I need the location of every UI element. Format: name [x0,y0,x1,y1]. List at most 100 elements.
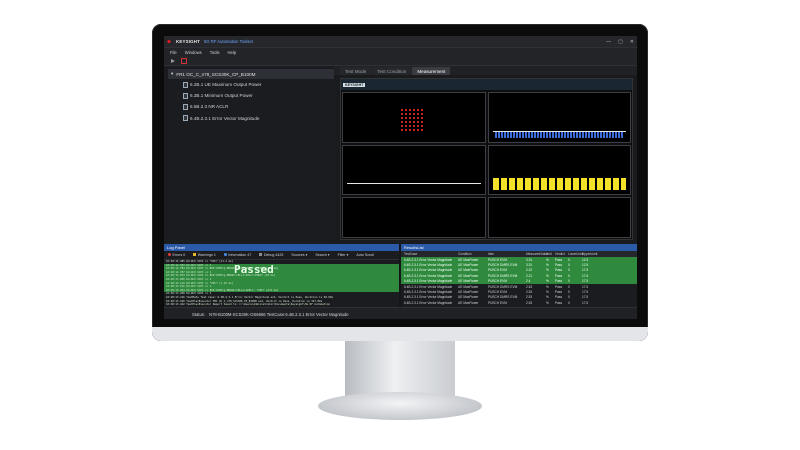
test-case-icon [183,103,188,110]
cell-lower-limit: 0 [568,295,570,300]
menu-help[interactable]: Help [228,50,237,55]
cell-lower-limit: 0 [568,268,570,273]
warnings-filter[interactable]: Warnings 1 [193,253,216,257]
tree-item[interactable]: 6.2B.1 UE Maximum Output Power [168,79,334,90]
cell-unit: % [546,279,549,284]
info-icon [223,253,227,256]
status-bar: Status: N78-B100M-SCS30K-OS6666 TestCase… [164,307,637,319]
debug-icon [259,253,263,256]
menu-tools[interactable]: Tools [210,50,220,55]
cell-item: PUSCH EVM [488,279,507,284]
cell-unit: % [546,290,549,295]
cell-unit: % [546,273,549,278]
auto-scroll-toggle[interactable]: Auto Scroll [356,253,373,257]
menu-windows[interactable]: Windows [185,50,202,55]
cell-condition: UE MaxPower [458,279,479,284]
tree-item-label: 6.5B.2.3 NR ACLR [190,104,229,110]
tab-measurement[interactable]: Measurement [412,67,451,75]
cell-verdict: Pass [555,263,563,268]
tree-item-label: 6.2B.1 UE Maximum Output Power [190,82,262,88]
table-row[interactable]: 6.4B.2.3.1 Error Vector Magnitude UE MaxP… [401,300,637,306]
test-case-icon [183,115,188,122]
col-condition[interactable]: Condition [458,252,488,256]
chevron-down-icon[interactable]: ▾ [171,71,173,77]
tab-test-mode[interactable]: Test Mode [340,67,372,75]
sources-dropdown[interactable]: Sources ▾ [291,253,307,257]
col-unit[interactable]: Unit [546,252,555,256]
cell-lower-limit: 0 [568,284,570,289]
cell-item: PUSCH DMRS EVM [488,284,518,289]
cell-upper-limit: 17.5 [582,279,589,284]
run-icon[interactable] [171,58,175,63]
cell-measured-value: 2.21 [526,273,533,278]
col-verdict[interactable]: Verdict [555,252,568,256]
title-bar: KEYSIGHT 5G RF Automation Toolset — ▢ ✕ [164,36,637,48]
cell-testcase: 6.4B.2.3.1 Error Vector Magnitude [404,290,453,295]
cell-testcase: 6.4B.2.3.1 Error Vector Magnitude [404,263,453,268]
cell-testcase: 6.4B.2.3.1 Error Vector Magnitude [404,279,453,284]
results-panel-title: ResultsList [401,244,637,251]
cell-verdict: Pass [555,300,563,305]
cell-upper-limit: 17.5 [582,284,589,289]
cell-item: PUSCH EVM [488,300,507,305]
tab-test-condition[interactable]: Test Condition [372,67,412,75]
cell-upper-limit: 17.5 [582,273,589,278]
power-window [342,144,486,196]
brand-logo: KEYSIGHT [176,39,201,44]
menu-file[interactable]: File [170,50,177,55]
cell-condition: UE MaxPower [458,300,479,305]
tree-item[interactable]: 6.5B.2.3 NR ACLR [168,101,334,112]
minimize-button[interactable]: — [606,39,611,45]
tree-item-label: 6.3B.1 Minimum Output Power [190,93,253,99]
tree-item[interactable]: 6.3B.1 Minimum Output Power [168,90,334,101]
cell-upper-limit: 12.5 [582,257,589,262]
cell-condition: UE MaxPower [458,257,479,262]
spectrum-window [487,92,631,143]
stop-icon[interactable] [181,57,187,64]
maximize-button[interactable]: ▢ [618,39,623,45]
cell-testcase: 6.4B.2.3.1 Error Vector Magnitude [404,268,453,273]
cell-upper-limit: 17.5 [582,295,589,300]
measurement-grid [341,91,632,239]
cell-verdict: Pass [555,284,563,289]
information-filter[interactable]: Information 47 [223,253,251,257]
cell-testcase: 6.4B.2.3.1 Error Vector Magnitude [404,257,453,262]
app-title: 5G RF Automation Toolset [204,39,253,44]
monitor-stand-base [318,392,482,420]
evm-bars [494,131,624,138]
cell-measured-value: 2.53 [526,300,533,305]
allocation-bars [492,178,626,191]
error-icon [168,253,171,256]
col-upper-limit[interactable]: UpperLimit [582,252,597,256]
cell-upper-limit: 17.5 [582,300,589,305]
cell-measured-value: 2.22 [526,268,533,273]
filter-dropdown[interactable]: Filter ▾ [338,253,349,257]
cell-item: PUSCH DMRS EVM [488,273,518,278]
status-label: Status: [192,311,206,317]
constellation-plot [399,107,424,132]
tree-root-item[interactable]: ▾ FR1 OC_C_n78_SCS30K_CP_B100M [168,69,334,79]
cell-measured-value: 2.4 [526,279,531,284]
col-testcase[interactable]: TestCase [401,252,458,256]
debug-filter[interactable]: Debug 4425 [259,253,283,257]
summary-window-left [342,197,486,238]
cell-unit: % [546,295,549,300]
col-lower-limit[interactable]: LowerLimit [568,252,583,256]
errors-filter[interactable]: Errors 0 [168,253,185,257]
cell-lower-limit: 0 [568,257,570,262]
close-button[interactable]: ✕ [630,39,634,45]
instrument-brand: KEYSIGHT [343,82,366,87]
col-measured-value[interactable]: MeasuredValue [526,252,548,256]
cell-verdict: Pass [555,257,563,262]
search-dropdown[interactable]: Search ▾ [315,253,329,257]
cell-upper-limit: 17.5 [582,290,589,295]
col-item[interactable]: Item [488,252,526,256]
tree-item-label: 6.4B.2.3.1 Error Vector Magnitude [190,115,260,121]
tree-item[interactable]: 6.4B.2.3.1 Error Vector Magnitude [168,113,334,124]
results-rows: 6.4B.2.3.1 Error Vector Magnitude UE MaxP… [401,257,637,306]
cell-lower-limit: 0 [568,279,570,284]
cell-verdict: Pass [555,268,563,273]
log-toolbar: Errors 0 Warnings 1 Information 47 Debug… [164,251,399,260]
cell-measured-value: 2.53 [526,284,533,289]
cell-unit: % [546,284,549,289]
